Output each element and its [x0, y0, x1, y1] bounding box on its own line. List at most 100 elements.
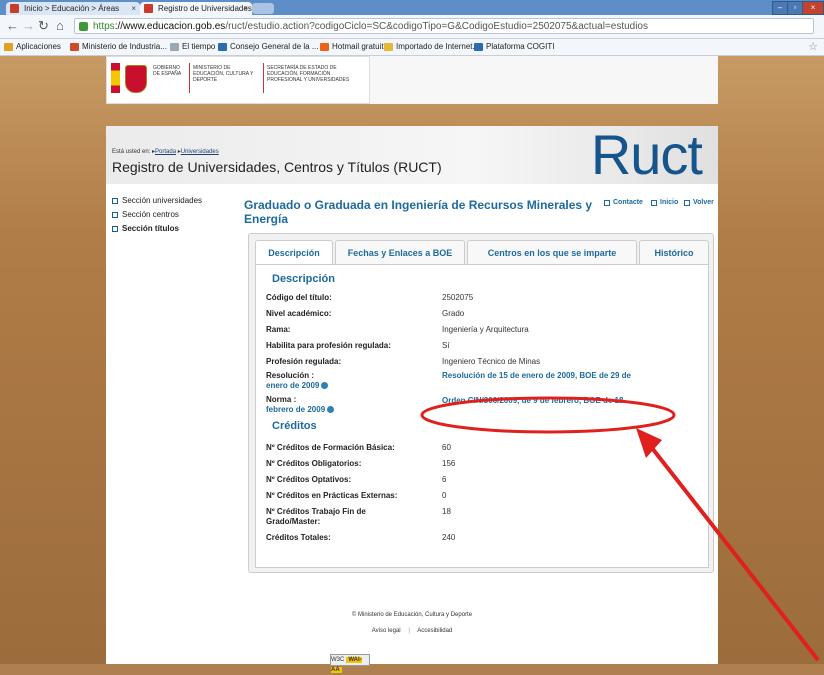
creditos-heading: Créditos [272, 420, 317, 432]
tab-inicio-educacion[interactable]: Inicio > Educación > Áreas × [6, 2, 140, 15]
bookmark-ministerio-industria[interactable]: Ministerio de Industria... [70, 39, 167, 55]
sidebar-item-universidades[interactable]: Sección universidades [112, 196, 202, 205]
sidebar-item-label: Sección títulos [122, 224, 179, 233]
spain-flag-icon [111, 63, 120, 93]
ministerio-label: MINISTERIO DE EDUCACIÓN, CULTURA Y DEPOR… [193, 65, 254, 83]
lock-icon [79, 22, 88, 31]
bullet-icon [604, 200, 610, 206]
maximize-button[interactable]: ▫ [787, 1, 803, 15]
bookmarks-bar: Aplicaciones Ministerio de Industria... … [0, 39, 824, 56]
home-icon[interactable]: ⌂ [56, 19, 64, 33]
wai-aa-badge[interactable]: W3C WAI-AA [330, 654, 370, 673]
tab-historico[interactable]: Histórico [639, 240, 709, 266]
bookmark-importado[interactable]: Importado de Internet... [384, 39, 479, 55]
volver-link[interactable]: Volver [684, 199, 714, 206]
rama-value: Ingeniería y Arquitectura [442, 325, 529, 334]
nivel-label: Nivel académico: [266, 309, 332, 318]
bookmark-label: Plataforma COGITI [486, 42, 555, 51]
address-bar[interactable]: https://www.educacion.gob.es/ruct/estudi… [74, 18, 814, 34]
sidebar-item-centros[interactable]: Sección centros [112, 210, 179, 219]
reload-icon[interactable]: ↻ [38, 19, 49, 33]
inicio-link[interactable]: Inicio [651, 199, 678, 206]
bullet-icon [112, 212, 118, 218]
bullet-icon [112, 226, 118, 232]
norma-link[interactable]: Orden CIN/306/2009, de 9 de febrero, BOE… [442, 396, 623, 405]
bookmark-hotmail[interactable]: Hotmail gratuito [320, 39, 388, 55]
sidebar-item-titulos[interactable]: Sección títulos [112, 224, 179, 233]
breadcrumb-portada[interactable]: Portada [155, 149, 176, 155]
coat-of-arms-icon [125, 65, 147, 93]
norma-label: Norma : [266, 395, 297, 404]
bookmark-el-tiempo[interactable]: El tiempo [170, 39, 215, 55]
content-area: Sección universidades Sección centros Se… [106, 184, 718, 673]
creditos-tfg-label: Nº Créditos Trabajo Fin de [266, 507, 366, 516]
divider: | [408, 628, 410, 634]
new-tab-button[interactable] [252, 3, 274, 14]
bookmark-label: Aplicaciones [16, 42, 61, 51]
wai-label: WAI-AA [331, 657, 362, 673]
divider [189, 63, 190, 93]
tab-fechas-boe[interactable]: Fechas y Enlaces a BOE [335, 240, 465, 266]
creditos-optativos-label: Nº Créditos Optativos: [266, 475, 352, 484]
browser-toolbar: ← → ↻ ⌂ https://www.educacion.gob.es/ruc… [0, 15, 824, 39]
contacte-link[interactable]: Contacte [604, 199, 643, 206]
profesion-label: Profesión regulada: [266, 357, 342, 366]
creditos-optativos-value: 6 [442, 475, 447, 484]
habilita-value: Sí [442, 341, 450, 350]
tab-centros[interactable]: Centros en los que se imparte [467, 240, 637, 266]
ruct-logo: Ruct [590, 123, 703, 186]
norma-cont-text: febrero de 2009 [266, 405, 326, 414]
breadcrumb-universidades[interactable]: Universidades [181, 149, 219, 155]
breadcrumb: Está usted en: ▸Portada ▸Universidades [112, 149, 219, 155]
apps-icon [4, 43, 13, 51]
tab-descripcion[interactable]: Descripción [255, 240, 333, 266]
close-icon[interactable]: × [243, 2, 248, 15]
resolucion-link[interactable]: Resolución de 15 de enero de 2009, BOE d… [442, 371, 631, 380]
ministerio-icon [70, 43, 79, 51]
window-close-button[interactable]: × [802, 1, 824, 15]
divider [263, 63, 264, 93]
minimize-button[interactable]: – [772, 1, 788, 15]
footer-links: Aviso legal | Accesibilidad [106, 628, 718, 634]
bullet-icon [651, 200, 657, 206]
bookmark-plataforma-cogiti[interactable]: Plataforma COGITI [474, 39, 554, 55]
creditos-totales-value: 240 [442, 533, 456, 542]
resolucion-label: Resolución : [266, 371, 315, 380]
creditos-basica-value: 60 [442, 443, 451, 452]
descripcion-heading: Descripción [272, 273, 335, 285]
creditos-tfg-label-cont: Grado/Master: [266, 517, 321, 526]
favicon-icon [144, 4, 153, 13]
codigo-label: Código del título: [266, 293, 332, 302]
accesibilidad-link[interactable]: Accesibilidad [417, 628, 452, 634]
bookmark-label: Hotmail gratuito [332, 42, 389, 51]
star-icon[interactable]: ☆ [808, 39, 818, 55]
sidebar-item-label: Sección centros [122, 210, 179, 219]
gobierno-label: GOBIERNO DE ESPAÑA [153, 65, 182, 77]
url-host: ://www.educacion.gob.es [114, 21, 226, 32]
profesion-value: Ingeniero Técnico de Minas [442, 357, 541, 366]
link-label: Contacte [613, 199, 643, 206]
government-header: GOBIERNO DE ESPAÑA MINISTERIO DE EDUCACI… [106, 56, 718, 104]
copyright: © Ministerio de Educación, Cultura y Dep… [351, 612, 473, 618]
norma-link-cont[interactable]: febrero de 2009 [266, 405, 335, 414]
tab-registro-universidades[interactable]: Registro de Universidades, C × [140, 2, 252, 15]
aviso-legal-link[interactable]: Aviso legal [372, 628, 401, 634]
tab-label: Registro de Universidades, C [158, 4, 252, 13]
tab-content: Descripción Código del título: 2502075 N… [255, 264, 709, 568]
back-icon[interactable]: ← [6, 19, 19, 33]
favicon-icon [10, 4, 19, 13]
resolucion-cont-text: enero de 2009 [266, 381, 320, 390]
web-page: GOBIERNO DE ESPAÑA MINISTERIO DE EDUCACI… [0, 56, 824, 673]
bookmark-consejo-general[interactable]: Consejo General de la ... [218, 39, 319, 55]
resolucion-link-cont[interactable]: enero de 2009 [266, 381, 329, 390]
secretaria-label: SECRETARÍA DE ESTADO DE EDUCACIÓN, FORMA… [267, 65, 350, 83]
forward-icon[interactable]: → [22, 19, 35, 33]
bookmark-aplicaciones[interactable]: Aplicaciones [4, 39, 61, 55]
bookmark-label: Consejo General de la ... [230, 42, 319, 51]
close-icon[interactable]: × [131, 2, 136, 15]
bullet-icon [112, 198, 118, 204]
creditos-obligatorios-value: 156 [442, 459, 456, 468]
footer: © Ministerio de Educación, Cultura y Dep… [106, 612, 718, 634]
tab-label: Inicio > Educación > Áreas [24, 4, 120, 13]
habilita-label: Habilita para profesión regulada: [266, 341, 391, 350]
